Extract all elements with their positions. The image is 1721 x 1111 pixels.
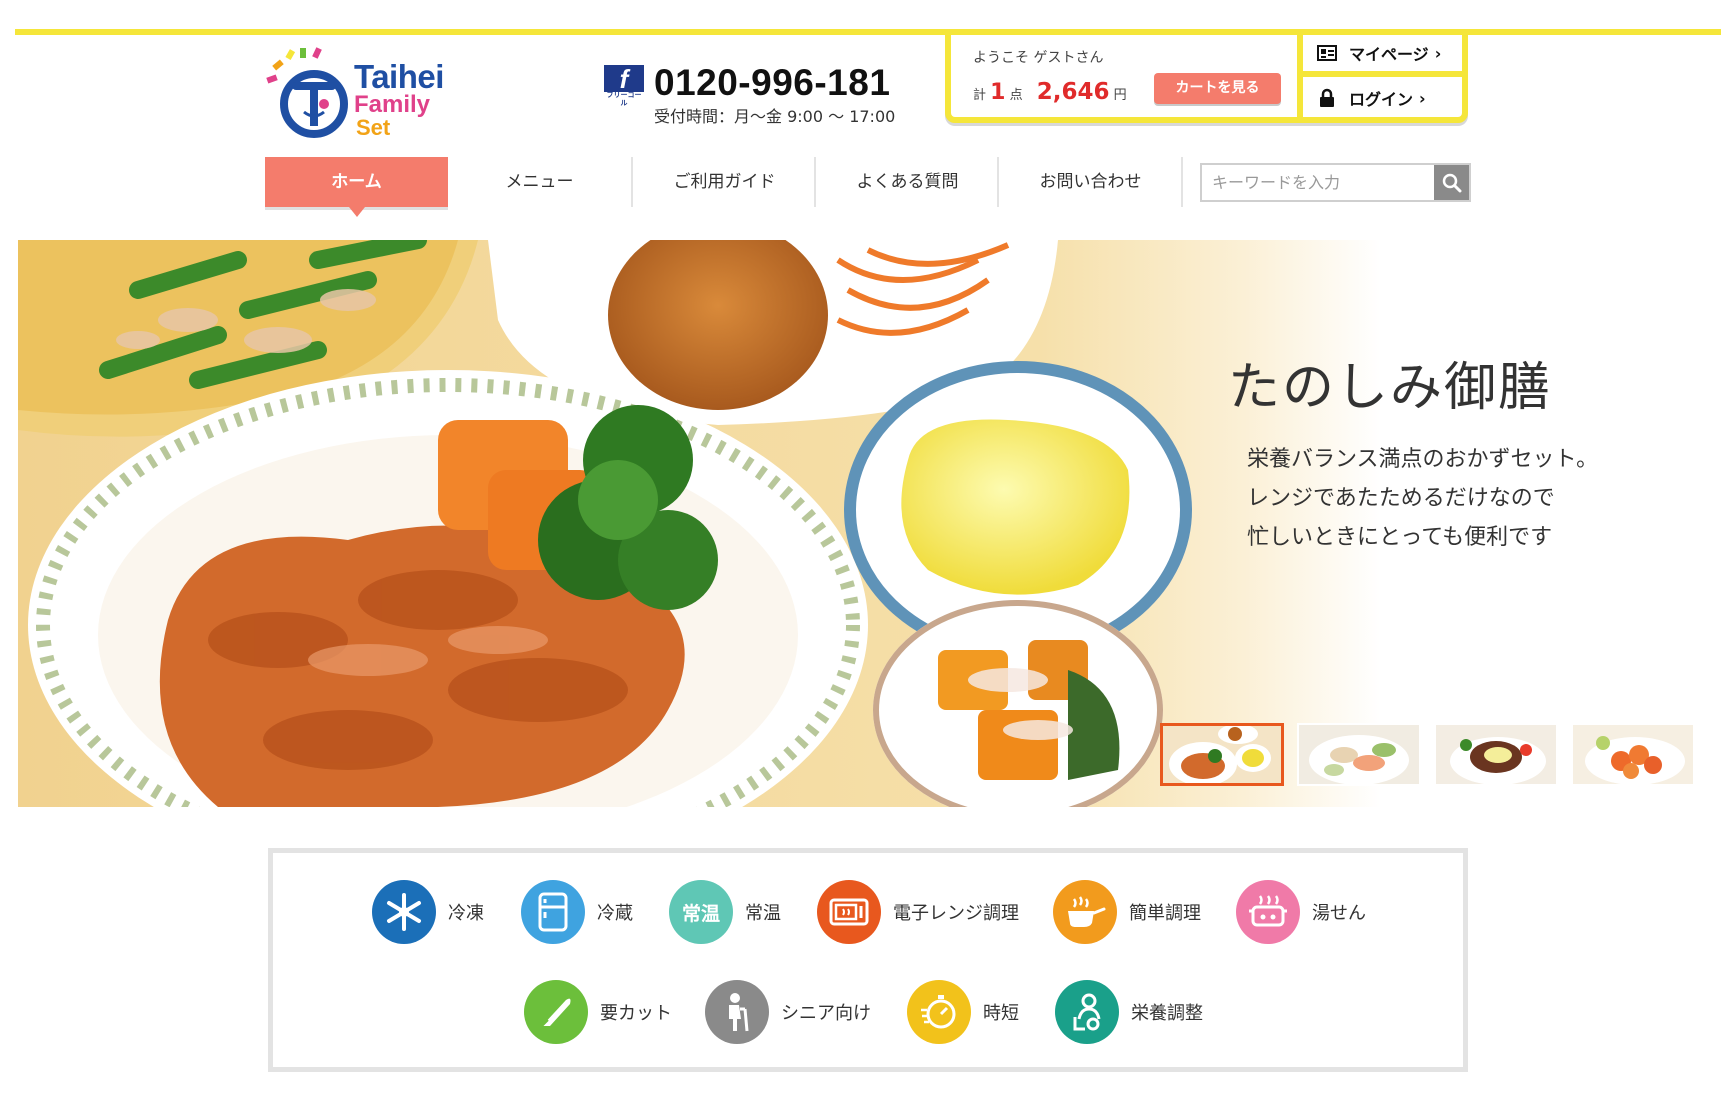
cart-summary: 計 1 点 2,646 円 [973, 79, 1127, 105]
feature-label: 冷蔵 [597, 903, 633, 924]
thumbnail-image [1436, 725, 1556, 784]
logo-text-family: Family [354, 91, 431, 118]
search-box [1200, 163, 1471, 202]
lock-icon [1317, 88, 1337, 108]
login-label: ログイン [1349, 90, 1414, 109]
chevron-right-icon: › [1434, 43, 1442, 63]
hot-water-pot-icon [1236, 880, 1300, 944]
nav-item-menu[interactable]: メニュー [448, 157, 631, 207]
nav-item-contact[interactable]: お問い合わせ [999, 157, 1182, 207]
feature-label: 時短 [983, 1003, 1019, 1024]
logo-text-taihei: Taihei [354, 58, 444, 95]
feature-label: 常温 [745, 903, 781, 924]
mypage-link[interactable]: マイページ › [1303, 35, 1468, 77]
feature-hot-water[interactable]: 湯せん [1236, 880, 1366, 944]
feature-label: 要カット [600, 1003, 672, 1024]
view-cart-button[interactable]: カートを見る [1154, 73, 1281, 104]
mypage-label: マイページ [1349, 45, 1429, 64]
nutrition-icon [1055, 980, 1119, 1044]
cooking-pan-icon [1053, 880, 1117, 944]
phone-hours: 受付時間：月～金 9:00 ～ 17:00 [654, 107, 896, 126]
feature-frozen[interactable]: 冷凍 [372, 880, 484, 944]
microwave-icon [817, 880, 881, 944]
price-unit: 円 [1113, 88, 1127, 103]
hero-thumbnail[interactable] [1434, 723, 1558, 786]
search-button[interactable] [1434, 165, 1469, 200]
cart-item-count: 1 [990, 80, 1006, 105]
hero-thumbnail[interactable] [1297, 723, 1421, 786]
hero-description-line: 栄養バランス満点のおかずセット。 [1247, 447, 1599, 472]
id-card-icon [1317, 43, 1337, 63]
nav-divider [1181, 157, 1183, 207]
hero-description-line: レンジであたためるだけなので [1247, 486, 1555, 511]
site-logo[interactable]: Taihei Family Set [262, 42, 462, 142]
refrigerator-icon [521, 880, 585, 944]
feature-easy-cooking[interactable]: 簡単調理 [1053, 880, 1201, 944]
logo-mark-icon [266, 47, 348, 138]
feature-senior[interactable]: シニア向け [705, 980, 871, 1044]
freecall-badge-glyph: f [619, 64, 629, 94]
nav-item-home[interactable]: ホーム [265, 157, 448, 217]
header-accent-line [1468, 29, 1721, 35]
nav-item-faq[interactable]: よくある質問 [816, 157, 999, 207]
hero-thumbnail[interactable] [1571, 723, 1695, 786]
feature-label: 湯せん [1312, 903, 1366, 924]
senior-icon [705, 980, 769, 1044]
main-nav: ホーム メニュー ご利用ガイド よくある質問 お問い合わせ [265, 157, 1185, 217]
feature-label: 電子レンジ調理 [893, 903, 1019, 924]
hero-thumbnail[interactable] [1160, 723, 1284, 786]
snowflake-icon [372, 880, 436, 944]
hero-title: たのしみ御膳 [1228, 358, 1553, 418]
room-temp-icon-text: 常温 [681, 902, 720, 925]
feature-label: シニア向け [781, 1003, 871, 1024]
thumbnail-image [1299, 725, 1419, 784]
thumbnail-image [1163, 726, 1281, 783]
knife-icon [524, 980, 588, 1044]
phone-number[interactable]: 0120-996-181 [654, 63, 890, 103]
hero-description-line: 忙しいときにとっても便利です [1247, 525, 1553, 550]
welcome-text: ようこそ ゲストさん [973, 50, 1104, 66]
feature-label: 栄養調整 [1131, 1003, 1203, 1024]
cart-total-price: 2,646 [1036, 79, 1110, 105]
search-icon [1442, 173, 1461, 192]
freecall-icon: f フリーコール [604, 64, 644, 108]
header-accent-line [15, 29, 945, 35]
feature-legend: 冷凍 冷蔵 常温 常温 電子レンジ調理 簡単調理 湯せん 要カット シニア向け … [268, 848, 1468, 1072]
logo-text-set: Set [356, 115, 391, 140]
room-temp-icon: 常温 [669, 880, 733, 944]
feature-label: 冷凍 [448, 903, 484, 924]
stopwatch-icon [907, 980, 971, 1044]
hero-banner[interactable]: たのしみ御膳 栄養バランス満点のおかずセット。 レンジであたためるだけなので 忙… [18, 240, 1721, 807]
feature-room-temp[interactable]: 常温 常温 [669, 880, 781, 944]
feature-needs-cutting[interactable]: 要カット [524, 980, 672, 1044]
account-links: マイページ › ログイン › [1297, 29, 1468, 123]
chevron-right-icon: › [1419, 88, 1426, 108]
search-input[interactable] [1202, 165, 1434, 200]
feature-nutrition[interactable]: 栄養調整 [1055, 980, 1203, 1044]
login-link[interactable]: ログイン › [1303, 77, 1468, 119]
thumbnail-image [1573, 725, 1693, 784]
hero-description: 栄養バランス満点のおかずセット。 レンジであたためるだけなので 忙しいときにとっ… [1247, 440, 1598, 557]
count-unit: 点 [1009, 88, 1023, 103]
account-panel: ようこそ ゲストさん 計 1 点 2,646 円 カートを見る マイページ › … [945, 29, 1468, 123]
phone-contact: f フリーコール 0120-996-181 受付時間：月～金 9:00 ～ 17… [604, 63, 914, 126]
freecall-caption: フリーコール [604, 92, 644, 108]
total-label: 計 [973, 88, 987, 103]
feature-microwave[interactable]: 電子レンジ調理 [817, 880, 1019, 944]
nav-item-guide[interactable]: ご利用ガイド [633, 157, 816, 207]
feature-time-saving[interactable]: 時短 [907, 980, 1019, 1044]
feature-label: 簡単調理 [1129, 903, 1201, 924]
feature-refrigerated[interactable]: 冷蔵 [521, 880, 633, 944]
